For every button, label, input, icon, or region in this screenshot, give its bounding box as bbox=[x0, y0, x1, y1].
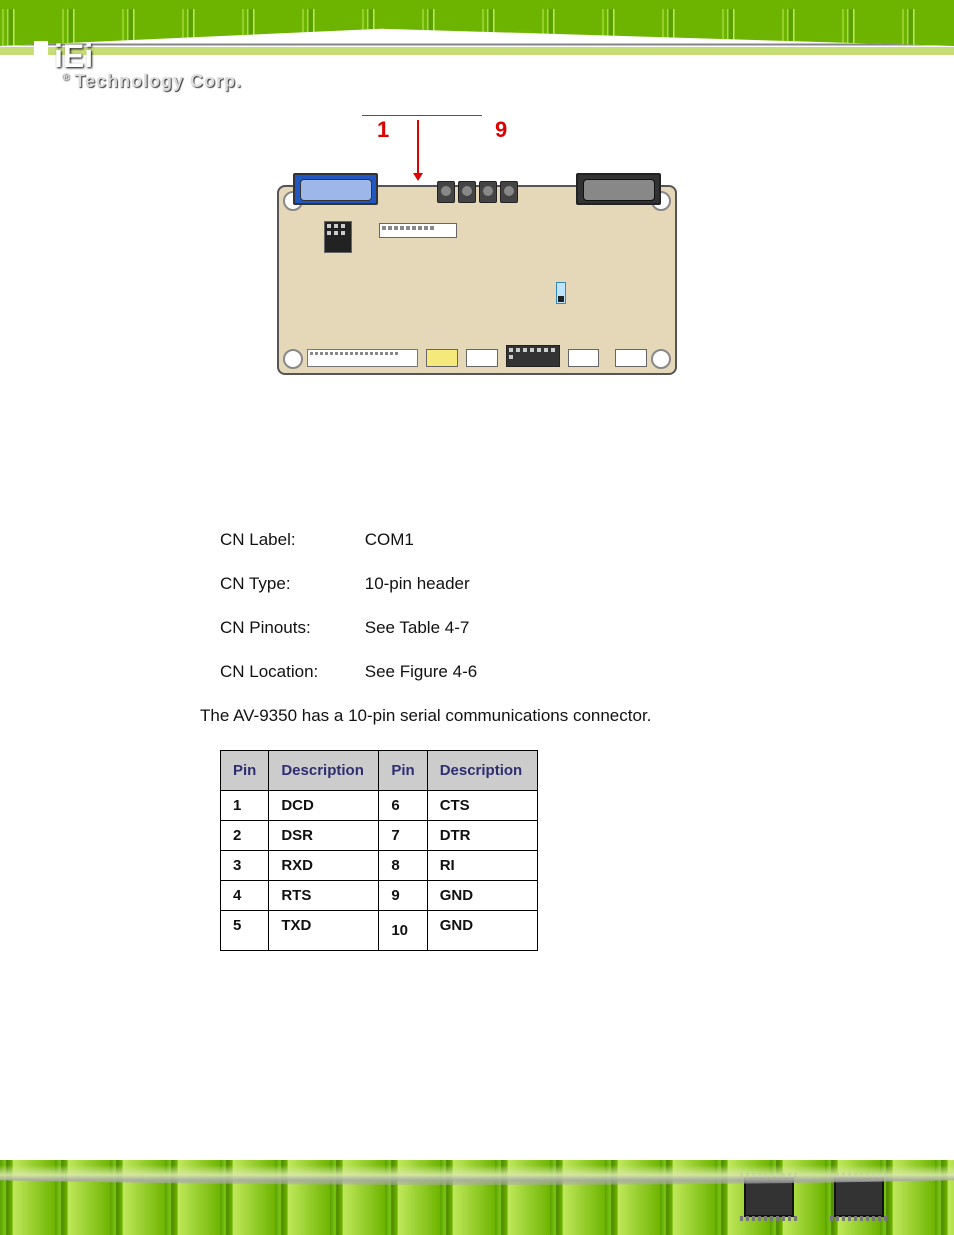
mounting-hole-icon bbox=[283, 349, 303, 369]
table-row: 5 TXD 10 GND bbox=[221, 911, 538, 951]
desc-cell: RXD bbox=[269, 851, 379, 881]
description-text: The AV-9350 has a 10-pin serial communic… bbox=[200, 706, 954, 726]
page-header-banner: iEi ®Technology Corp. bbox=[0, 0, 954, 115]
logo-brand: iEi bbox=[34, 38, 242, 75]
page-footer-banner bbox=[0, 1135, 954, 1235]
meta-cn-pinouts: CN Pinouts: See Table 4-7 bbox=[220, 618, 954, 638]
pin-cell: 1 bbox=[221, 791, 269, 821]
content-body: CN Label: COM1 CN Type: 10-pin header CN… bbox=[0, 380, 954, 951]
pin-cell: 9 bbox=[379, 881, 427, 911]
small-header-icon bbox=[466, 349, 498, 367]
pin-start-label: 1 bbox=[377, 117, 389, 143]
desc-cell: CTS bbox=[427, 791, 537, 821]
meta-cn-location: CN Location: See Figure 4-6 bbox=[220, 662, 954, 682]
pinout-body: 1 DCD 6 CTS 2 DSR 7 DTR 3 RXD 8 RI 4 RTS… bbox=[221, 791, 538, 951]
meta-label: CN Type: bbox=[220, 574, 360, 594]
db-port-icon bbox=[576, 173, 661, 205]
pin-end-label: 9 bbox=[495, 117, 507, 143]
pin-cell: 6 bbox=[379, 791, 427, 821]
pin-cell: 2 bbox=[221, 821, 269, 851]
rca-jack-icon bbox=[500, 181, 518, 203]
desc-cell: RI bbox=[427, 851, 537, 881]
board-diagram-section: CN4 1 9 bbox=[0, 115, 954, 380]
rca-jack-icon bbox=[437, 181, 455, 203]
table-row: 3 RXD 8 RI bbox=[221, 851, 538, 881]
header-connector-icon bbox=[324, 221, 352, 253]
col-pin-header: Pin bbox=[221, 751, 269, 791]
mid-header-icon bbox=[506, 345, 560, 367]
meta-label: CN Label: bbox=[220, 530, 360, 550]
meta-label: CN Location: bbox=[220, 662, 360, 682]
meta-label: CN Pinouts: bbox=[220, 618, 360, 638]
top-edge-band bbox=[0, 0, 954, 9]
cn4-header-icon bbox=[379, 223, 457, 238]
chip-icon bbox=[834, 1177, 884, 1217]
table-row: 2 DSR 7 DTR bbox=[221, 821, 538, 851]
meta-value: See Table 4-7 bbox=[365, 618, 470, 637]
vga-port-icon bbox=[293, 173, 378, 205]
desc-cell: DTR bbox=[427, 821, 537, 851]
registered-icon: ® bbox=[62, 72, 70, 83]
logo-box-icon bbox=[34, 41, 48, 55]
meta-value: See Figure 4-6 bbox=[365, 662, 477, 681]
pin-cell: 5 bbox=[221, 911, 269, 951]
meta-cn-type: CN Type: 10-pin header bbox=[220, 574, 954, 594]
pin-cell: 3 bbox=[221, 851, 269, 881]
board-diagram: CN4 1 9 bbox=[277, 130, 677, 375]
pin-cell: 4 bbox=[221, 881, 269, 911]
jumper-icon bbox=[556, 282, 566, 304]
desc-cell: DSR bbox=[269, 821, 379, 851]
desc-cell: GND bbox=[427, 881, 537, 911]
desc-cell: GND bbox=[427, 911, 537, 951]
small-header-icon bbox=[568, 349, 600, 367]
callout-arrow-line bbox=[417, 120, 419, 175]
small-header-icon bbox=[426, 349, 458, 367]
rca-group bbox=[437, 181, 518, 205]
desc-cell: TXD bbox=[269, 911, 379, 951]
logo-brand-text: iEi bbox=[54, 38, 93, 75]
rear-port-row bbox=[293, 171, 661, 205]
bottom-connector-row bbox=[307, 335, 647, 367]
desc-cell: RTS bbox=[269, 881, 379, 911]
pin-cell: 8 bbox=[379, 851, 427, 881]
rca-jack-icon bbox=[479, 181, 497, 203]
table-header-row: Pin Description Pin Description bbox=[221, 751, 538, 791]
small-header-icon bbox=[615, 349, 647, 367]
col-pin-header: Pin bbox=[379, 751, 427, 791]
col-desc-header: Description bbox=[269, 751, 379, 791]
pcb-board bbox=[277, 185, 677, 375]
col-desc-header: Description bbox=[427, 751, 537, 791]
table-row: 4 RTS 9 GND bbox=[221, 881, 538, 911]
mounting-hole-icon bbox=[651, 349, 671, 369]
pin-cell: 7 bbox=[379, 821, 427, 851]
pin-cell: 10 bbox=[379, 911, 427, 951]
rca-jack-icon bbox=[458, 181, 476, 203]
wide-header-icon bbox=[307, 349, 418, 367]
logo-subtitle: ®Technology Corp. bbox=[62, 71, 242, 92]
meta-cn-label: CN Label: COM1 bbox=[220, 530, 954, 550]
meta-value: 10-pin header bbox=[365, 574, 470, 593]
logo: iEi ®Technology Corp. bbox=[34, 38, 242, 92]
pinout-table: Pin Description Pin Description 1 DCD 6 … bbox=[220, 750, 538, 951]
meta-value: COM1 bbox=[365, 530, 414, 549]
desc-cell: DCD bbox=[269, 791, 379, 821]
table-row: 1 DCD 6 CTS bbox=[221, 791, 538, 821]
